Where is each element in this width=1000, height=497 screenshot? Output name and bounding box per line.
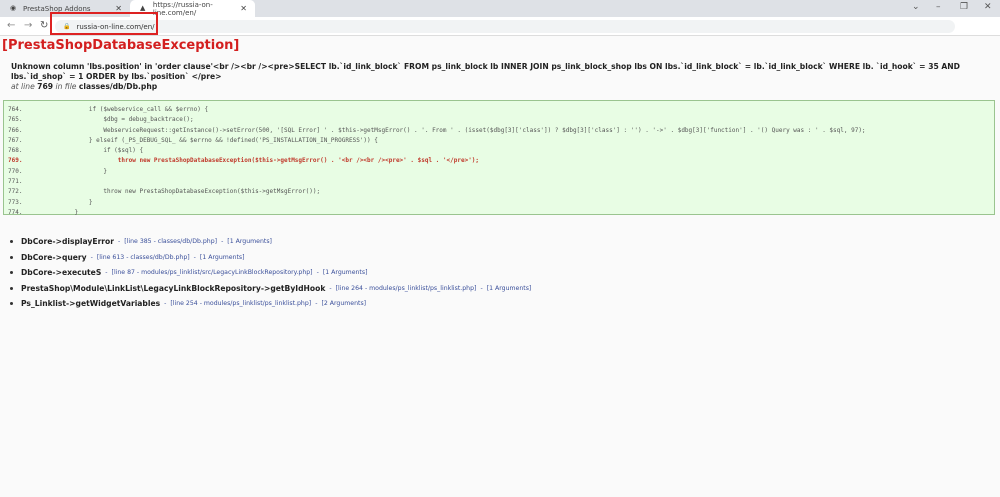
close-window-button[interactable]: ✕ bbox=[984, 2, 992, 12]
bullet-icon bbox=[10, 271, 13, 275]
stack-frame: DbCore->executeS - [line 87 - modules/ps_l… bbox=[10, 265, 531, 281]
stack-frame: PrestaShop\Module\LinkList\LegacyLinkBlo… bbox=[10, 281, 531, 297]
line-number: 766. bbox=[8, 126, 23, 134]
favicon-icon: ◉ bbox=[10, 4, 17, 12]
stack-location-link[interactable]: [line 254 - modules/ps_linklist/ps_linkl… bbox=[170, 300, 311, 307]
code-line: 768. if ($sql) { bbox=[8, 146, 994, 156]
stack-trace: DbCore->displayError - [line 385 - classes… bbox=[10, 234, 531, 312]
stack-function: DbCore->executeS bbox=[21, 268, 102, 278]
minimize-button[interactable]: – bbox=[936, 2, 941, 12]
stack-arguments-link[interactable]: [2 Arguments] bbox=[321, 300, 366, 307]
bullet-icon bbox=[10, 302, 13, 306]
error-file: classes/db/Db.php bbox=[78, 82, 158, 91]
code-line: 769. throw new PrestaShopDatabaseExcepti… bbox=[8, 156, 994, 166]
stack-function: PrestaShop\Module\LinkList\LegacyLinkBlo… bbox=[21, 283, 326, 293]
line-number: 773. bbox=[8, 198, 23, 206]
line-number: 772. bbox=[8, 188, 23, 196]
close-tab-icon[interactable]: ✕ bbox=[240, 4, 247, 13]
error-message: Unknown column 'lbs.position' in 'order … bbox=[11, 62, 960, 81]
stack-location-link[interactable]: [line 613 - classes/db/Db.php] bbox=[97, 254, 190, 261]
restore-button[interactable]: ❐ bbox=[960, 2, 968, 12]
bullet-icon bbox=[10, 286, 13, 290]
stack-frame: Ps_Linklist->getWidgetVariables - [line 25… bbox=[10, 296, 531, 312]
code-text: } bbox=[60, 198, 93, 206]
code-line: 767. } elseif (_PS_DEBUG_SQL_ && $errno … bbox=[8, 136, 994, 146]
stack-frame: DbCore->query - [line 613 - classes/db/Db.… bbox=[10, 250, 531, 266]
tab-search-icon[interactable]: ⌄ bbox=[912, 2, 920, 12]
error-page: [PrestaShopDatabaseException] Unknown co… bbox=[0, 36, 1000, 497]
code-text: } bbox=[60, 167, 107, 175]
sep: - bbox=[118, 238, 121, 246]
code-line: 771. bbox=[8, 177, 994, 187]
code-text: if ($webservice_call && $errno) { bbox=[60, 106, 209, 113]
forward-icon[interactable]: → bbox=[24, 20, 32, 31]
line-number: 774. bbox=[8, 208, 23, 216]
stack-arguments-link[interactable]: [1 Arguments] bbox=[227, 238, 272, 245]
stack-arguments-link[interactable]: [1 Arguments] bbox=[323, 269, 368, 276]
line-number: 769. bbox=[8, 157, 23, 165]
code-text: throw new PrestaShopDatabaseException($t… bbox=[60, 188, 321, 196]
code-line: 764. if ($webservice_call && $errno) { bbox=[8, 105, 994, 115]
sep: - bbox=[329, 284, 332, 292]
sep: - bbox=[164, 300, 167, 308]
back-icon[interactable]: ← bbox=[7, 20, 15, 31]
line-number: 770. bbox=[8, 167, 23, 175]
code-line: 765. $dbg = debug_backtrace(); bbox=[8, 115, 994, 125]
sep: - bbox=[90, 253, 93, 261]
sep: - bbox=[480, 284, 483, 292]
code-text: WebserviceRequest::getInstance()->setErr… bbox=[60, 126, 866, 134]
bullet-icon bbox=[10, 255, 13, 259]
url-highlight-box bbox=[50, 12, 158, 35]
line-number: 765. bbox=[8, 116, 23, 124]
favicon-icon: ▲ bbox=[140, 4, 146, 12]
stack-location-link[interactable]: [line 264 - modules/ps_linklist/ps_linkl… bbox=[336, 285, 477, 292]
code-line: 773. } bbox=[8, 198, 994, 208]
code-line: 766. WebserviceRequest::getInstance()->s… bbox=[8, 126, 994, 136]
error-line: 769 bbox=[37, 82, 54, 91]
in-file-label: in file bbox=[55, 82, 77, 91]
stack-location-link[interactable]: [line 87 - modules/ps_linklist/src/Legac… bbox=[112, 269, 313, 276]
bullet-icon bbox=[10, 240, 13, 244]
at-line-label: at line bbox=[11, 82, 35, 91]
code-text: if ($sql) { bbox=[60, 147, 144, 155]
stack-arguments-link[interactable]: [1 Arguments] bbox=[487, 285, 532, 292]
stack-frame: DbCore->displayError - [line 385 - classes… bbox=[10, 234, 531, 250]
code-line: 772. throw new PrestaShopDatabaseExcepti… bbox=[8, 187, 994, 197]
exception-title: [PrestaShopDatabaseException] bbox=[2, 38, 240, 53]
sep: - bbox=[193, 253, 196, 261]
error-location: at line 769 in file classes/db/Db.php bbox=[11, 82, 157, 91]
line-number: 768. bbox=[8, 147, 23, 155]
sep: - bbox=[221, 238, 224, 246]
code-text: } elseif (_PS_DEBUG_SQL_ && $errno && !d… bbox=[60, 136, 378, 144]
stack-function: DbCore->displayError bbox=[21, 237, 115, 247]
code-text: } bbox=[60, 208, 79, 216]
stack-function: Ps_Linklist->getWidgetVariables bbox=[21, 299, 161, 309]
code-text: $dbg = debug_backtrace(); bbox=[60, 116, 194, 124]
line-number: 767. bbox=[8, 136, 23, 144]
stack-location-link[interactable]: [line 385 - classes/db/Db.php] bbox=[124, 238, 217, 245]
code-text: throw new PrestaShopDatabaseException($t… bbox=[60, 157, 480, 165]
reload-icon[interactable]: ↻ bbox=[40, 20, 48, 31]
code-line: 770. } bbox=[8, 167, 994, 177]
line-number: 764. bbox=[8, 106, 23, 113]
stack-arguments-link[interactable]: [1 Arguments] bbox=[200, 254, 245, 261]
code-excerpt: 764. if ($webservice_call && $errno) {76… bbox=[3, 100, 995, 218]
sep: - bbox=[105, 269, 108, 277]
code-line: 774. } bbox=[8, 208, 994, 218]
line-number: 771. bbox=[8, 178, 23, 186]
sep: - bbox=[315, 300, 318, 308]
url-input[interactable]: 🔒 russia-on-line.com/en/ bbox=[55, 20, 955, 33]
sep: - bbox=[316, 269, 319, 277]
stack-function: DbCore->query bbox=[21, 252, 87, 262]
